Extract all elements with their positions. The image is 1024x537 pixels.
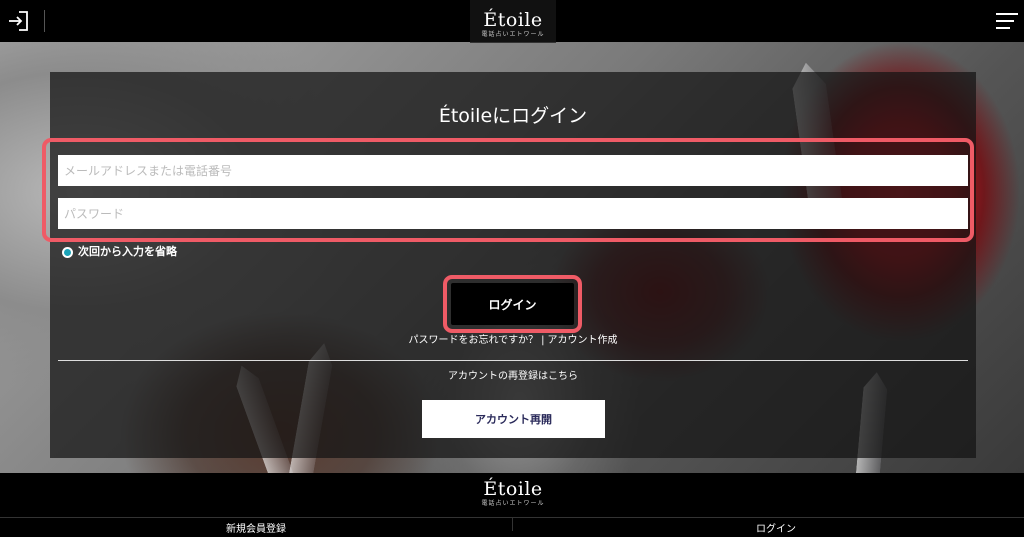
login-panel: Étoileにログイン 次回から入力を省略 ログイン パスワードをお忘れですか？… xyxy=(42,72,976,458)
site-header: Étoile 電話占いエトワール xyxy=(0,0,1024,43)
create-account-link[interactable]: アカウント作成 xyxy=(548,335,618,346)
footer-vertical-divider xyxy=(512,517,513,531)
email-field[interactable] xyxy=(58,155,968,186)
footer-logo-text: Étoile xyxy=(483,478,543,500)
footer-login-link[interactable]: ログイン xyxy=(720,523,832,537)
page-title: Étoileにログイン xyxy=(438,105,588,127)
footer-logo[interactable]: Étoile 電話占いエトワール xyxy=(470,478,556,508)
footer-register-link[interactable]: 新規会員登録 xyxy=(200,523,312,537)
link-separator: | xyxy=(541,335,545,346)
site-footer: Étoile 電話占いエトワール 新規会員登録 ログイン xyxy=(0,473,1024,535)
forgot-password-link[interactable]: パスワードをお忘れですか？ xyxy=(408,335,538,346)
header-divider xyxy=(44,10,45,32)
site-logo[interactable]: Étoile 電話占いエトワール xyxy=(470,0,556,43)
logo-subtext: 電話占いエトワール xyxy=(481,31,545,38)
password-field[interactable] xyxy=(58,198,968,229)
login-icon[interactable] xyxy=(6,9,30,33)
account-links: パスワードをお忘れですか？ | アカウント作成 xyxy=(50,334,976,348)
login-button[interactable]: ログイン xyxy=(451,283,574,325)
remember-label: 次回から入力を省略 xyxy=(78,245,177,258)
logo-text: Étoile xyxy=(483,9,543,31)
hamburger-menu-icon[interactable] xyxy=(996,13,1018,31)
reregister-text: アカウントの再登録はこちら xyxy=(448,371,578,382)
reopen-account-button[interactable]: アカウント再開 xyxy=(422,400,605,438)
panel-divider xyxy=(58,360,968,361)
remember-radio[interactable] xyxy=(62,247,73,258)
footer-logo-subtext: 電話占いエトワール xyxy=(481,500,545,507)
